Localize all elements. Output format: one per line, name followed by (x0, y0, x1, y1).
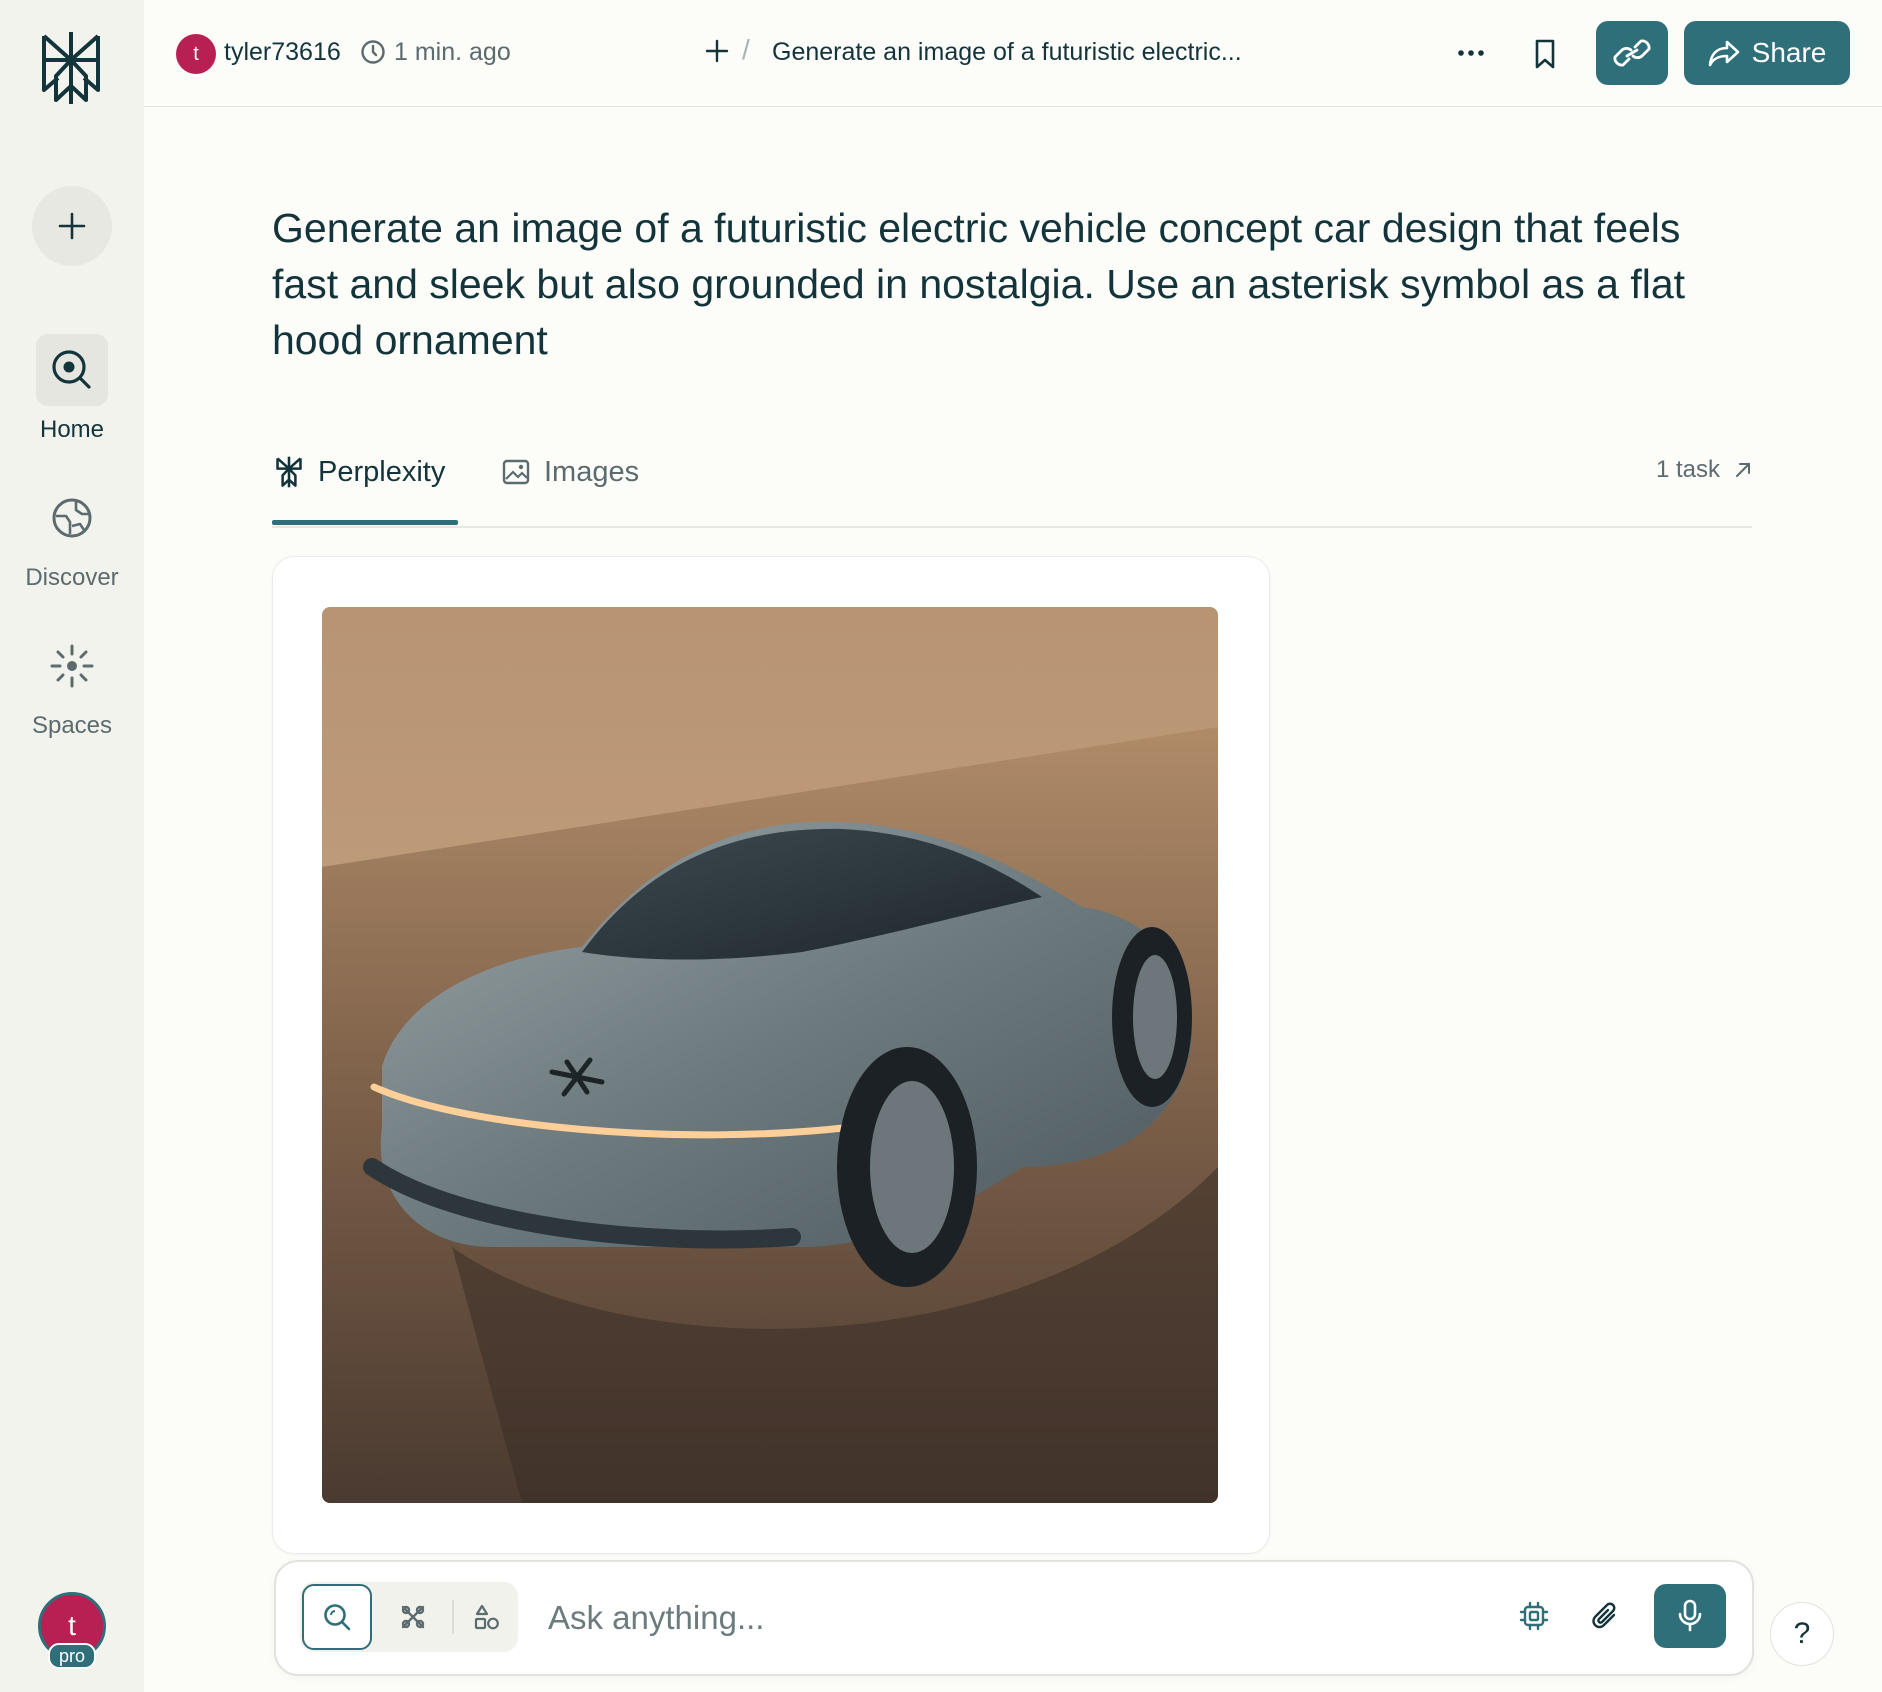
generated-car-image[interactable] (322, 607, 1218, 1503)
microphone-icon (1678, 1599, 1702, 1632)
model-chip-icon[interactable] (1518, 1600, 1550, 1632)
help-button[interactable]: ? (1770, 1602, 1834, 1666)
tab-perplexity[interactable]: Perplexity (274, 450, 445, 494)
sidebar-item-spaces[interactable]: Spaces (0, 630, 144, 740)
mode-research-button[interactable] (380, 1584, 446, 1650)
link-icon (1613, 39, 1651, 67)
sidebar: Home Discover Spaces t pro (0, 0, 144, 1692)
arrow-up-right-icon (1736, 463, 1750, 477)
avatar-initial: t (68, 1610, 76, 1641)
ask-bar (274, 1560, 1754, 1676)
task-link[interactable]: 1 task (1656, 456, 1752, 484)
sidebar-item-label: Home (39, 416, 105, 443)
nav-icon-wrap (36, 630, 108, 702)
car-illustration (322, 607, 1218, 1503)
perplexity-logo-icon (276, 456, 302, 488)
user-initial: t (193, 42, 199, 65)
image-icon (502, 459, 530, 485)
sidebar-item-home[interactable]: Home (0, 334, 144, 444)
share-button[interactable]: Share (1684, 21, 1850, 85)
username[interactable]: tyler73616 (224, 38, 341, 67)
plus-icon (58, 212, 86, 240)
user-avatar[interactable]: t (176, 34, 216, 74)
tab-label: Perplexity (318, 455, 446, 488)
query-title: Generate an image of a futuristic electr… (272, 205, 1686, 363)
top-bar: t tyler73616 1 min. ago / Generate an im… (144, 0, 1882, 107)
nav-icon-wrap (36, 482, 108, 554)
tab-images[interactable]: Images (502, 450, 639, 494)
sparkle-icon (50, 644, 94, 688)
sidebar-item-discover[interactable]: Discover (0, 482, 144, 592)
active-tab-indicator (272, 520, 458, 525)
nav-icon-wrap (36, 334, 108, 406)
search-icon (324, 1604, 351, 1631)
answer-tabs: Perplexity Images 1 task (272, 450, 1752, 528)
voice-input-button[interactable] (1654, 1584, 1726, 1648)
search-mode-selector (300, 1582, 518, 1652)
plus-icon[interactable] (704, 38, 730, 64)
pro-badge: pro (48, 1643, 96, 1669)
research-icon (401, 1605, 425, 1629)
mode-labs-button[interactable] (456, 1584, 518, 1650)
tab-label: Images (544, 455, 640, 488)
share-label: Share (1751, 37, 1827, 68)
sidebar-item-label: Discover (25, 564, 119, 591)
sidebar-item-label: Spaces (31, 712, 113, 739)
breadcrumb-separator: / (742, 34, 750, 65)
generated-image-card (272, 556, 1270, 1554)
mode-divider (452, 1600, 454, 1634)
timestamp: 1 min. ago (394, 38, 511, 66)
labs-icon (474, 1604, 499, 1630)
task-link-label: 1 task (1655, 456, 1720, 483)
new-thread-button[interactable] (32, 186, 112, 266)
more-options-icon[interactable] (1456, 40, 1486, 66)
mode-search-button[interactable] (302, 1584, 372, 1650)
search-icon (52, 350, 91, 389)
bookmark-icon[interactable] (1532, 38, 1558, 70)
share-arrow-icon (1708, 40, 1739, 67)
copy-link-button[interactable] (1596, 21, 1668, 85)
ask-input[interactable] (546, 1592, 1250, 1644)
clock-icon (361, 40, 385, 64)
attach-icon[interactable] (1590, 1600, 1620, 1632)
globe-icon (52, 498, 92, 538)
perplexity-logo-icon[interactable] (36, 28, 106, 108)
thread-title[interactable]: Generate an image of a futuristic electr… (772, 38, 1242, 67)
